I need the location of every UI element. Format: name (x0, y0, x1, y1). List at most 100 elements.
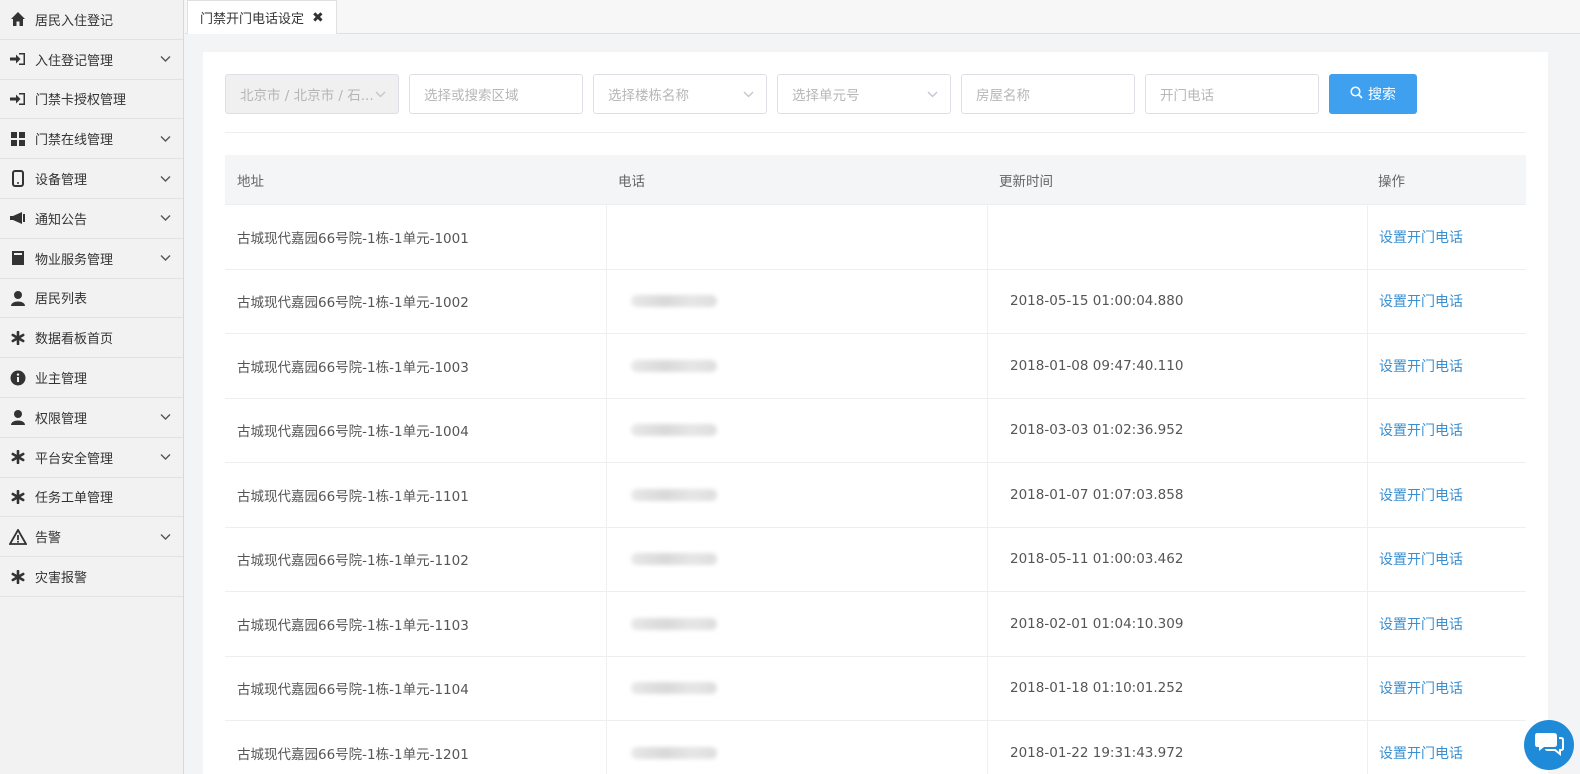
region-select: 北京市 / 北京市 / 石... (225, 74, 399, 114)
sidebar-item-label: 入住登记管理 (35, 53, 114, 69)
cell-phone (606, 334, 987, 398)
cell-action: 设置开门电话 (1367, 656, 1526, 720)
mobile-icon (9, 170, 27, 188)
phone-blurred (631, 682, 717, 695)
sidebar-item-owner-management[interactable]: 业主管理 (0, 358, 183, 398)
tab-bar: 门禁开门电话设定 ✖ (185, 0, 1580, 34)
sidebar-item-label: 门禁在线管理 (35, 133, 114, 149)
set-door-phone-link[interactable]: 设置开门电话 (1379, 227, 1463, 247)
chevron-down-icon (160, 529, 171, 544)
cell-phone (606, 463, 987, 527)
main-panel: 北京市 / 北京市 / 石... 选择或搜索区域 选择楼栋名称 选择单元号 房屋… (203, 52, 1548, 774)
table-row: 古城现代嘉园66号院-1栋-1单元-1104 2018-01-18 01:10:… (225, 656, 1526, 721)
search-label: 搜索 (1368, 87, 1396, 103)
sidebar-item-platform-security[interactable]: 平台安全管理 (0, 438, 183, 478)
chat-button[interactable] (1524, 720, 1574, 770)
cell-time: 2018-01-08 09:47:40.110 (987, 334, 1367, 398)
sidebar-item-label: 数据看板首页 (35, 332, 114, 348)
cell-address: 古城现代嘉园66号院-1栋-1单元-1103 (237, 617, 469, 634)
sidebar-item-access-card-auth[interactable]: 门禁卡授权管理 (0, 80, 183, 120)
header-address: 地址 (237, 173, 264, 190)
header-action: 操作 (1378, 173, 1405, 190)
sidebar-item-property-service[interactable]: 物业服务管理 (0, 239, 183, 279)
sidebar-item-access-online[interactable]: 门禁在线管理 (0, 119, 183, 160)
room-name-input[interactable]: 房屋名称 (961, 74, 1135, 114)
cell-address: 古城现代嘉园66号院-1栋-1单元-1102 (237, 553, 469, 570)
unit-select[interactable]: 选择单元号 (777, 74, 951, 114)
cell-phone (606, 656, 987, 720)
set-door-phone-link[interactable]: 设置开门电话 (1379, 420, 1463, 440)
building-select[interactable]: 选择楼栋名称 (593, 74, 767, 114)
chat-icon (1534, 730, 1564, 760)
phone-blurred (631, 553, 717, 566)
cell-time: 2018-01-07 01:07:03.858 (987, 463, 1367, 527)
close-icon[interactable]: ✖ (312, 10, 324, 26)
sidebar-item-resident-checkin[interactable]: 居民入住登记 (0, 0, 183, 40)
sidebar-item-label: 设备管理 (35, 173, 88, 189)
set-door-phone-link[interactable]: 设置开门电话 (1379, 291, 1463, 311)
chevron-down-icon (160, 131, 171, 146)
cell-action: 设置开门电话 (1367, 721, 1526, 774)
chevron-down-icon (160, 410, 171, 425)
sidebar-item-label: 平台安全管理 (35, 451, 114, 467)
cell-action: 设置开门电话 (1367, 527, 1526, 591)
cell-address: 古城现代嘉园66号院-1栋-1单元-1201 (237, 746, 469, 763)
sidebar-item-alarm[interactable]: 告警 (0, 517, 183, 558)
chevron-down-icon (160, 251, 171, 266)
search-button[interactable]: 搜索 (1329, 74, 1417, 114)
phone-placeholder: 开门电话 (1160, 88, 1214, 104)
tab-door-phone-setting[interactable]: 门禁开门电话设定 ✖ (187, 0, 337, 34)
table-row: 古城现代嘉园66号院-1栋-1单元-1102 2018-05-11 01:00:… (225, 527, 1526, 592)
set-door-phone-link[interactable]: 设置开门电话 (1379, 678, 1463, 698)
cell-action: 设置开门电话 (1367, 398, 1526, 462)
sidebar-item-label: 灾害报警 (35, 571, 88, 587)
sidebar-item-notices[interactable]: 通知公告 (0, 199, 183, 239)
cell-time (987, 205, 1367, 269)
search-icon (1350, 85, 1363, 103)
cell-phone (606, 721, 987, 774)
cell-action: 设置开门电话 (1367, 463, 1526, 527)
sidebar-item-permission[interactable]: 权限管理 (0, 398, 183, 438)
set-door-phone-link[interactable]: 设置开门电话 (1379, 485, 1463, 505)
cell-phone (606, 398, 987, 462)
sidebar-item-label: 居民入住登记 (35, 13, 114, 29)
chevron-down-icon (160, 171, 171, 186)
set-door-phone-link[interactable]: 设置开门电话 (1379, 356, 1463, 376)
sidebar-item-label: 业主管理 (35, 372, 88, 388)
asterisk-icon (9, 488, 27, 506)
set-door-phone-link[interactable]: 设置开门电话 (1379, 549, 1463, 569)
table-row: 古城现代嘉园66号院-1栋-1单元-1002 2018-05-15 01:00:… (225, 269, 1526, 334)
cell-phone (606, 205, 987, 269)
sidebar-item-work-order[interactable]: 任务工单管理 (0, 478, 183, 518)
sidebar-item-dashboard[interactable]: 数据看板首页 (0, 318, 183, 359)
sidebar-item-disaster-alarm[interactable]: 灾害报警 (0, 557, 183, 597)
door-phone-input[interactable]: 开门电话 (1145, 74, 1319, 114)
sidebar-item-label: 权限管理 (35, 411, 88, 427)
phone-blurred (631, 488, 717, 501)
cell-action: 设置开门电话 (1367, 334, 1526, 398)
tab-label: 门禁开门电话设定 (200, 12, 305, 27)
room-placeholder: 房屋名称 (976, 88, 1030, 104)
time-text: 2018-01-07 01:07:03.858 (1010, 486, 1184, 503)
filter-bar: 北京市 / 北京市 / 石... 选择或搜索区域 选择楼栋名称 选择单元号 房屋… (225, 74, 1417, 114)
sidebar-item-label: 物业服务管理 (35, 252, 114, 268)
set-door-phone-link[interactable]: 设置开门电话 (1379, 614, 1463, 634)
asterisk-icon (9, 329, 27, 347)
sidebar-item-checkin-management[interactable]: 入住登记管理 (0, 40, 183, 80)
area-search-input[interactable]: 选择或搜索区域 (409, 74, 583, 114)
asterisk-icon (9, 448, 27, 466)
cell-address: 古城现代嘉园66号院-1栋-1单元-1004 (237, 424, 469, 441)
header-update-time: 更新时间 (999, 173, 1053, 190)
set-door-phone-link[interactable]: 设置开门电话 (1379, 743, 1463, 763)
unit-placeholder: 选择单元号 (792, 88, 860, 104)
area-placeholder: 选择或搜索区域 (424, 88, 519, 104)
user-icon (9, 289, 27, 307)
table-row: 古城现代嘉园66号院-1栋-1单元-1101 2018-01-07 01:07:… (225, 463, 1526, 528)
sidebar-item-label: 通知公告 (35, 212, 88, 228)
sidebar-item-resident-list[interactable]: 居民列表 (0, 279, 183, 319)
phone-blurred (631, 359, 717, 372)
sidebar-item-device-management[interactable]: 设备管理 (0, 159, 183, 199)
asterisk-icon (9, 568, 27, 586)
divider (225, 132, 1526, 133)
table-row: 古城现代嘉园66号院-1栋-1单元-1004 2018-03-03 01:02:… (225, 398, 1526, 463)
